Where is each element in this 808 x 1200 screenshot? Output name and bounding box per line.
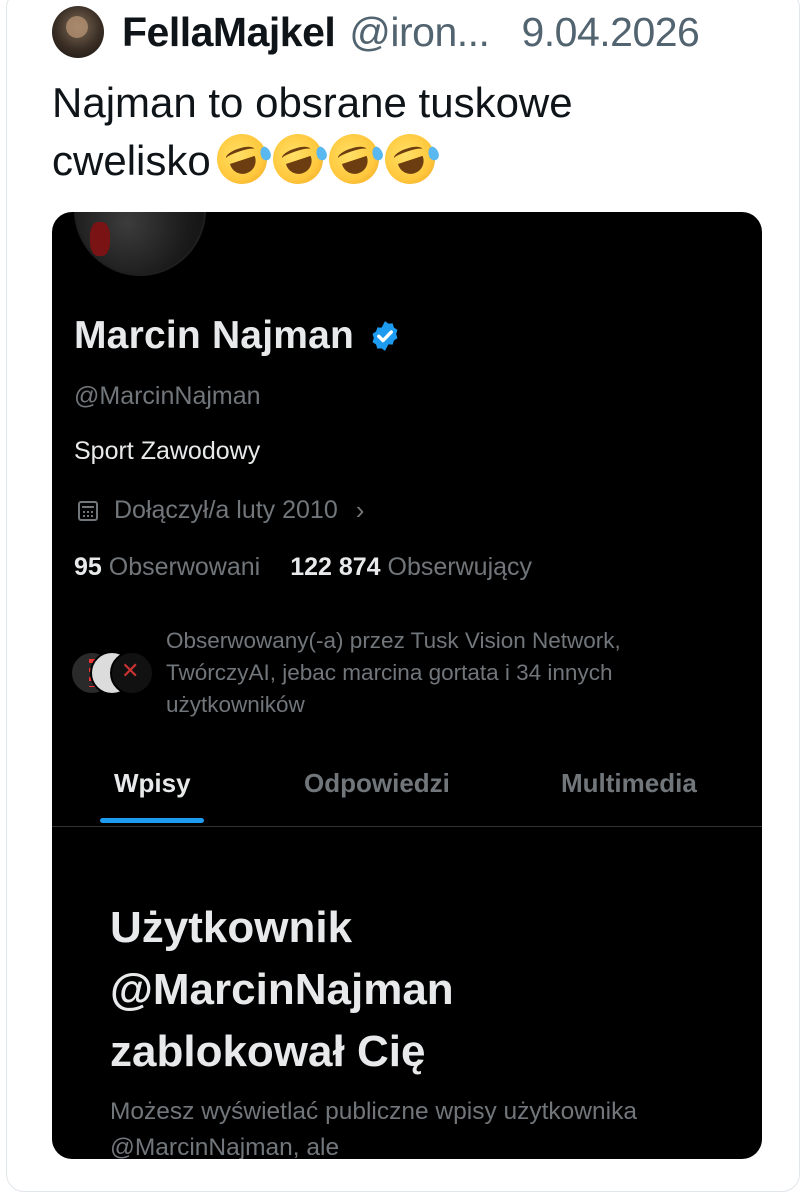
profile-stats: 95 Obserwowani 122 874 Obserwujący [74, 553, 532, 582]
verified-badge-icon [368, 319, 402, 353]
tab-multimedia[interactable]: Multimedia [561, 768, 697, 799]
tab-odpowiedzi[interactable]: Odpowiedzi [304, 768, 450, 799]
follower-avatar [110, 651, 154, 695]
following-link[interactable]: 95 Obserwowani [74, 553, 260, 581]
profile-name: Marcin Najman [74, 314, 402, 358]
profile-avatar [74, 212, 206, 276]
followed-by-text: Obserwowany(-a) przez Tusk Vision Networ… [166, 628, 621, 717]
blocked-title-line-3: zablokował Cię [110, 1027, 426, 1076]
profile-bio: Sport Zawodowy [74, 437, 261, 465]
tweet-text-line-2-text: cwelisko [52, 137, 211, 184]
blocked-subtitle: Możesz wyświetlać publiczne wpisy użytko… [110, 1098, 637, 1159]
joined-date-text: Dołączył/a luty 2010 [114, 496, 338, 524]
active-tab-indicator [100, 818, 204, 823]
author-avatar[interactable] [52, 6, 104, 58]
rofl-emoji-icon [210, 127, 274, 191]
calendar-icon [78, 500, 98, 521]
blocked-title-line-2: @MarcinNajman [110, 965, 454, 1014]
author-name[interactable]: FellaMajkel [122, 9, 336, 56]
tweet-date[interactable]: 9.04.2026 [521, 9, 699, 56]
joined-date: Dołączył/a luty 2010 › [74, 495, 364, 526]
author-handle[interactable]: @iron... [349, 9, 490, 56]
tweet-text-line-1: Najman to obsrane tuskowe [52, 79, 573, 126]
followers-count: 122 874 [290, 553, 381, 581]
profile-tabs: Wpisy Odpowiedzi Multimedia [52, 754, 762, 827]
followers-avatar-stack [70, 651, 154, 695]
following-count: 95 [74, 553, 102, 581]
blocked-title: Użytkownik @MarcinNajman zablokował Cię [110, 897, 454, 1083]
following-label: Obserwowani [108, 553, 261, 581]
chevron-right-icon: › [355, 495, 365, 525]
tweet-header: FellaMajkel @iron... 9.04.2026 [122, 6, 700, 58]
profile-name-text: Marcin Najman [74, 314, 355, 357]
blocked-title-line-1: Użytkownik [110, 903, 353, 952]
rofl-emoji-icon [322, 127, 386, 191]
embedded-profile-screenshot[interactable]: Marcin Najman @MarcinNajman Sport Zawodo… [52, 212, 762, 1159]
followers-link[interactable]: 122 874 Obserwujący [290, 553, 532, 581]
profile-handle: @MarcinNajman [74, 382, 261, 410]
rofl-emoji-icon [266, 127, 330, 191]
followed-by[interactable]: Obserwowany(-a) przez Tusk Vision Networ… [70, 625, 750, 721]
followers-label: Obserwujący [387, 553, 533, 581]
rofl-emoji-icon [378, 127, 442, 191]
tweet-text: Najman to obsrane tuskowe cwelisko [52, 74, 752, 191]
tab-wpisy[interactable]: Wpisy [114, 768, 191, 799]
tweet-text-line-2: cwelisko [52, 127, 752, 191]
